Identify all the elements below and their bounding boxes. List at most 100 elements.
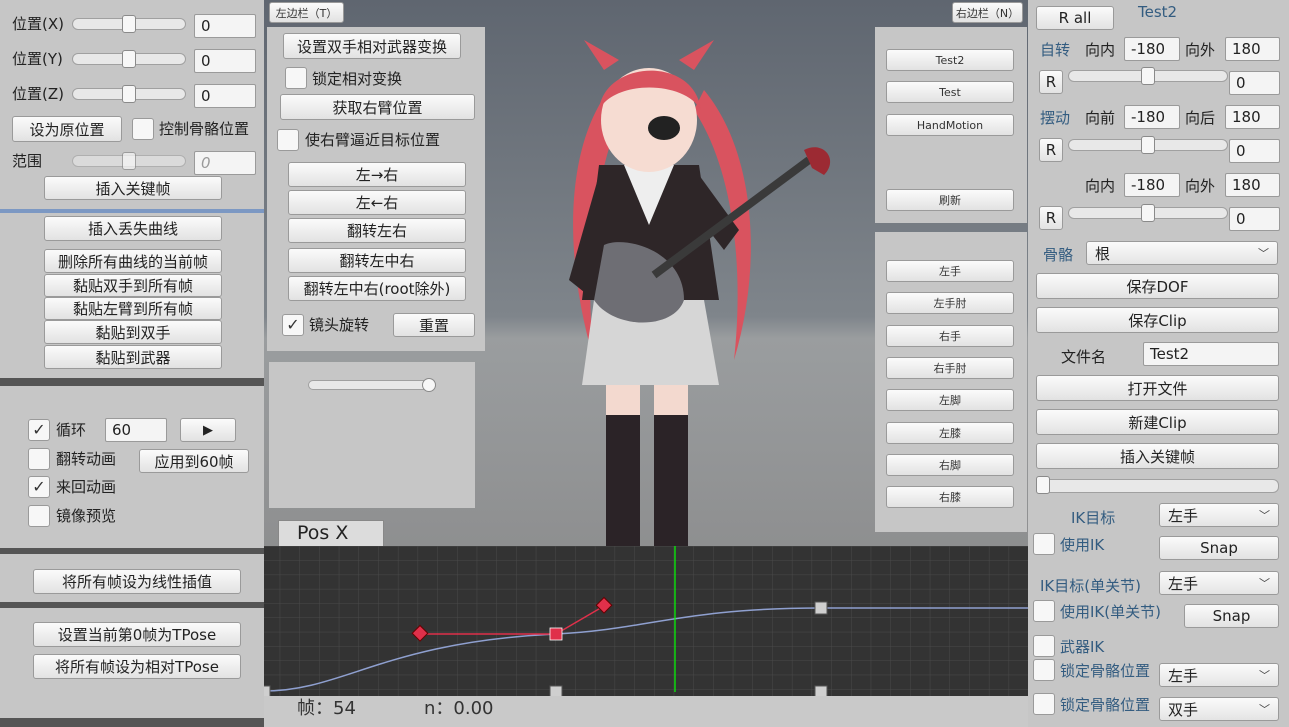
approach-target-checkbox[interactable]	[277, 129, 299, 151]
rotate-reset-button[interactable]: R	[1039, 70, 1063, 94]
curve-editor-canvas[interactable]	[264, 546, 1028, 696]
bone-button-right-foot[interactable]: 右脚	[886, 454, 1014, 476]
pos-z-input[interactable]: 0	[194, 84, 256, 108]
rotate-in-input[interactable]: -180	[1124, 37, 1180, 61]
flip-left-right-button[interactable]: 翻转左右	[288, 218, 466, 243]
snap-button[interactable]: Snap	[1159, 536, 1279, 560]
clip-item[interactable]: Test2	[886, 49, 1014, 71]
right-sidebar-tab[interactable]: 右边栏（N）	[952, 2, 1023, 23]
rotate-slider-thumb[interactable]	[1141, 67, 1155, 85]
twist-value-input[interactable]: 0	[1229, 207, 1280, 231]
insert-missing-curve-button[interactable]: 插入丢失曲线	[44, 216, 222, 241]
swing-forward-input[interactable]: -180	[1124, 105, 1180, 129]
bone-button-right-knee[interactable]: 右膝	[886, 486, 1014, 508]
paste-hands-all-frames-button[interactable]: 黏贴双手到所有帧	[44, 274, 222, 297]
lock-bone-1-label: 锁定骨骼位置	[1060, 662, 1151, 680]
use-ik-single-checkbox[interactable]	[1033, 600, 1055, 622]
twist-slider-thumb[interactable]	[1141, 204, 1155, 222]
bone-button-left-hand[interactable]: 左手	[886, 260, 1014, 282]
ik-single-target-select[interactable]: 左手 ﹀	[1159, 571, 1279, 595]
pos-x-input[interactable]: 0	[194, 14, 256, 38]
swing-label: 摆动	[1040, 109, 1071, 127]
apply-60-frames-button[interactable]: 应用到60帧	[139, 449, 249, 473]
range-slider-thumb[interactable]	[122, 152, 136, 170]
preview-slider[interactable]	[308, 380, 436, 390]
insert-keyframe-right-button[interactable]: 插入关键帧	[1036, 443, 1279, 469]
loop-frames-input[interactable]: 60	[105, 418, 167, 442]
save-dof-button[interactable]: 保存DOF	[1036, 273, 1279, 299]
pingpong-checkbox[interactable]: ✓	[28, 476, 50, 498]
flip-animation-checkbox[interactable]	[28, 448, 50, 470]
use-ik-checkbox[interactable]	[1033, 533, 1055, 555]
set-tpose-frame0-button[interactable]: 设置当前第0帧为TPose	[33, 622, 241, 647]
timeline-slider[interactable]	[1036, 479, 1279, 493]
bone-button-right-elbow[interactable]: 右手肘	[886, 357, 1014, 379]
snap-single-button[interactable]: Snap	[1184, 604, 1279, 628]
lock-bone-1-select[interactable]: 左手 ﹀	[1159, 663, 1279, 687]
bone-button-left-knee[interactable]: 左膝	[886, 422, 1014, 444]
delete-current-frame-button[interactable]: 删除所有曲线的当前帧	[44, 249, 222, 273]
reset-position-button[interactable]: 设为原位置	[12, 116, 122, 142]
get-right-arm-button[interactable]: 获取右臂位置	[280, 94, 475, 120]
curve-property-tab[interactable]: Pos X	[278, 520, 384, 546]
paste-left-arm-all-frames-button[interactable]: 黏贴左臂到所有帧	[44, 297, 222, 320]
twist-in-input[interactable]: -180	[1124, 173, 1180, 197]
pos-z-slider-thumb[interactable]	[122, 85, 136, 103]
twist-out-input[interactable]: 180	[1225, 173, 1280, 197]
lock-bone-1-checkbox[interactable]	[1033, 659, 1055, 681]
save-clip-button[interactable]: 保存Clip	[1036, 307, 1279, 333]
swing-slider-thumb[interactable]	[1141, 136, 1155, 154]
loop-checkbox[interactable]: ✓	[28, 419, 50, 441]
reset-all-button[interactable]: R all	[1036, 6, 1114, 30]
bone-select[interactable]: 根 ﹀	[1086, 241, 1278, 265]
mirror-left-to-right-button[interactable]: 左→右	[288, 162, 466, 187]
set-relative-tpose-button[interactable]: 将所有帧设为相对TPose	[33, 654, 241, 679]
ik-target-label: IK目标	[1071, 509, 1116, 527]
flip-except-root-button[interactable]: 翻转左中右(root除外)	[288, 276, 466, 301]
rotate-out-input[interactable]: 180	[1225, 37, 1280, 61]
camera-rotate-checkbox[interactable]: ✓	[282, 314, 304, 336]
twist-reset-button[interactable]: R	[1039, 206, 1063, 230]
lock-bone-2-checkbox[interactable]	[1033, 693, 1055, 715]
reset-camera-button[interactable]: 重置	[393, 313, 475, 337]
clip-item[interactable]: HandMotion	[886, 114, 1014, 136]
rotate-value-input[interactable]: 0	[1229, 71, 1280, 95]
weapon-ik-checkbox[interactable]	[1033, 635, 1055, 657]
pingpong-label: 来回动画	[56, 478, 117, 496]
bone-button-right-hand[interactable]: 右手	[886, 325, 1014, 347]
new-clip-button[interactable]: 新建Clip	[1036, 409, 1279, 435]
swing-value-input[interactable]: 0	[1229, 139, 1280, 163]
preview-slider-thumb[interactable]	[422, 378, 436, 392]
pos-y-input[interactable]: 0	[194, 49, 256, 73]
pos-y-slider-thumb[interactable]	[122, 50, 136, 68]
flip-left-center-right-button[interactable]: 翻转左中右	[288, 248, 466, 273]
mirror-right-to-left-button[interactable]: 左←右	[288, 190, 466, 215]
ik-target-select[interactable]: 左手 ﹀	[1159, 503, 1279, 527]
left-sidebar-tab[interactable]: 左边栏（T）	[269, 2, 344, 23]
bone-button-left-elbow[interactable]: 左手肘	[886, 292, 1014, 314]
swing-reset-button[interactable]: R	[1039, 138, 1063, 162]
bone-button-left-foot[interactable]: 左脚	[886, 389, 1014, 411]
set-linear-button[interactable]: 将所有帧设为线性插值	[33, 569, 241, 594]
range-input[interactable]: 0	[194, 151, 256, 175]
n-readout: n：0.00	[424, 698, 494, 719]
loop-label: 循环	[56, 421, 87, 439]
filename-input[interactable]: Test2	[1143, 342, 1279, 366]
pos-x-slider-thumb[interactable]	[122, 15, 136, 33]
lock-bone-2-select[interactable]: 双手 ﹀	[1159, 697, 1279, 721]
paste-to-hands-button[interactable]: 黏贴到双手	[44, 320, 222, 344]
curve-editor[interactable]	[264, 546, 1028, 696]
control-bone-pos-checkbox[interactable]	[132, 118, 154, 140]
separator	[0, 548, 264, 554]
lock-relative-checkbox[interactable]	[285, 67, 307, 89]
open-file-button[interactable]: 打开文件	[1036, 375, 1279, 401]
clip-item[interactable]: Test	[886, 81, 1014, 103]
insert-keyframe-button[interactable]: 插入关键帧	[44, 176, 222, 200]
set-hands-relative-weapon-button[interactable]: 设置双手相对武器变换	[283, 33, 461, 59]
paste-to-weapon-button[interactable]: 黏贴到武器	[44, 345, 222, 369]
mirror-preview-checkbox[interactable]	[28, 505, 50, 527]
refresh-button[interactable]: 刷新	[886, 189, 1014, 211]
timeline-slider-thumb[interactable]	[1036, 476, 1050, 494]
play-button[interactable]: ▶	[180, 418, 236, 442]
swing-back-input[interactable]: 180	[1225, 105, 1280, 129]
